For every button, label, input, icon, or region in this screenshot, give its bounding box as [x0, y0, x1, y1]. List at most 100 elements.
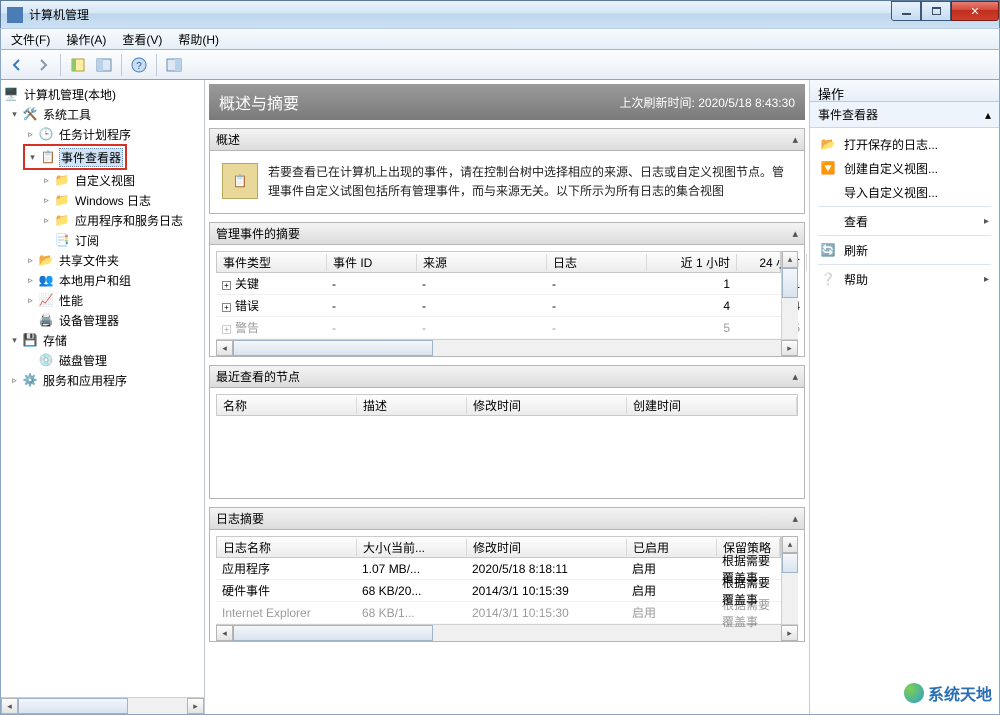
- action-view[interactable]: 查看▸: [810, 209, 999, 233]
- actions-section-title[interactable]: 事件查看器▴: [810, 102, 999, 128]
- expand-icon[interactable]: ▹: [41, 215, 52, 226]
- description-panel-header[interactable]: 概述▴: [210, 129, 804, 151]
- scroll-right-icon[interactable]: ▸: [187, 698, 204, 714]
- scroll-thumb[interactable]: [233, 340, 433, 356]
- tree-event-viewer[interactable]: ▾📋事件查看器: [27, 147, 123, 167]
- col-source[interactable]: 来源: [417, 254, 547, 271]
- scroll-thumb[interactable]: [233, 625, 433, 641]
- chevron-up-icon[interactable]: ▴: [985, 108, 991, 122]
- tree-local-users[interactable]: ▹👥本地用户和组: [1, 270, 204, 290]
- col-1hour[interactable]: 近 1 小时: [647, 254, 737, 271]
- table-row[interactable]: 硬件事件68 KB/20...2014/3/1 10:15:39启用根据需要覆盖…: [216, 580, 781, 602]
- vertical-scrollbar[interactable]: ▴: [781, 536, 798, 624]
- tree-services-apps[interactable]: ▹⚙️服务和应用程序: [1, 370, 204, 390]
- collapse-icon[interactable]: ▾: [9, 335, 20, 346]
- scroll-up-icon[interactable]: ▴: [782, 251, 798, 268]
- summary-panel-header[interactable]: 管理事件的摘要▴: [210, 223, 804, 245]
- chevron-up-icon[interactable]: ▴: [792, 370, 798, 383]
- chevron-up-icon[interactable]: ▴: [792, 512, 798, 525]
- expand-icon[interactable]: +: [222, 325, 231, 334]
- action-help[interactable]: ❔帮助▸: [810, 267, 999, 291]
- expand-icon[interactable]: ▹: [25, 129, 36, 140]
- recent-nodes-header[interactable]: 最近查看的节点▴: [210, 366, 804, 388]
- grid-header[interactable]: 日志名称 大小(当前... 修改时间 已启用 保留策略: [216, 536, 781, 558]
- maximize-button[interactable]: [921, 1, 951, 21]
- horizontal-scrollbar[interactable]: ◂▸: [216, 339, 798, 356]
- chevron-up-icon[interactable]: ▴: [792, 227, 798, 240]
- scroll-thumb[interactable]: [782, 268, 798, 298]
- col-enabled[interactable]: 已启用: [627, 539, 717, 556]
- help-button[interactable]: ?: [127, 53, 151, 77]
- horizontal-scrollbar[interactable]: ◂▸: [216, 624, 798, 641]
- scroll-thumb[interactable]: [782, 553, 798, 573]
- forward-button[interactable]: [31, 53, 55, 77]
- tree-custom-views[interactable]: ▹📁自定义视图: [1, 170, 204, 190]
- col-event-type[interactable]: 事件类型: [217, 254, 327, 271]
- minimize-button[interactable]: [891, 1, 921, 21]
- tree-disk-management[interactable]: 💿磁盘管理: [1, 350, 204, 370]
- expand-icon[interactable]: ▹: [41, 175, 52, 186]
- menu-help[interactable]: 帮助(H): [170, 29, 227, 50]
- scroll-up-icon[interactable]: ▴: [782, 536, 798, 553]
- expand-icon[interactable]: ▹: [41, 195, 52, 206]
- grid-header[interactable]: 名称 描述 修改时间 创建时间: [216, 394, 798, 416]
- tree-subscriptions[interactable]: 📑订阅: [1, 230, 204, 250]
- menu-file[interactable]: 文件(F): [3, 29, 58, 50]
- action-refresh[interactable]: 🔄刷新: [810, 238, 999, 262]
- collapse-icon[interactable]: ▾: [9, 109, 20, 120]
- col-size[interactable]: 大小(当前...: [357, 539, 467, 556]
- menu-view[interactable]: 查看(V): [114, 29, 170, 50]
- action-pane-button[interactable]: [162, 53, 186, 77]
- tree-task-scheduler[interactable]: ▹🕒任务计划程序: [1, 124, 204, 144]
- vertical-scrollbar[interactable]: ▴: [781, 251, 798, 339]
- col-desc[interactable]: 描述: [357, 397, 467, 414]
- expand-icon[interactable]: +: [222, 303, 231, 312]
- expand-icon[interactable]: ▹: [25, 295, 36, 306]
- menu-action[interactable]: 操作(A): [58, 29, 114, 50]
- action-import-custom-view[interactable]: 导入自定义视图...: [810, 180, 999, 204]
- scroll-thumb[interactable]: [18, 698, 128, 714]
- tree-system-tools[interactable]: ▾🛠️系统工具: [1, 104, 204, 124]
- chevron-up-icon[interactable]: ▴: [792, 133, 798, 146]
- expand-icon[interactable]: ▹: [9, 375, 20, 386]
- table-row[interactable]: +关键---11: [216, 273, 781, 295]
- scroll-right-icon[interactable]: ▸: [781, 340, 798, 356]
- tree-performance[interactable]: ▹📈性能: [1, 290, 204, 310]
- table-row[interactable]: +错误---44: [216, 295, 781, 317]
- action-open-saved-log[interactable]: 📂打开保存的日志...: [810, 132, 999, 156]
- tree-shared-folders[interactable]: ▹📂共享文件夹: [1, 250, 204, 270]
- col-name[interactable]: 名称: [217, 397, 357, 414]
- tree-app-service-logs[interactable]: ▹📁应用程序和服务日志: [1, 210, 204, 230]
- scroll-track[interactable]: [128, 698, 187, 714]
- collapse-icon[interactable]: ▾: [27, 152, 38, 163]
- expand-icon[interactable]: +: [222, 281, 231, 290]
- table-row[interactable]: +警告---55: [216, 317, 781, 339]
- col-modified[interactable]: 修改时间: [467, 397, 627, 414]
- scroll-right-icon[interactable]: ▸: [781, 625, 798, 641]
- tree-root[interactable]: 🖥️计算机管理(本地): [1, 84, 204, 104]
- log-summary-header[interactable]: 日志摘要▴: [210, 508, 804, 530]
- expand-icon[interactable]: ▹: [25, 255, 36, 266]
- expand-icon[interactable]: ▹: [25, 275, 36, 286]
- action-create-custom-view[interactable]: 🔽创建自定义视图...: [810, 156, 999, 180]
- table-row[interactable]: 应用程序1.07 MB/...2020/5/18 8:18:11启用根据需要覆盖…: [216, 558, 781, 580]
- scroll-left-icon[interactable]: ◂: [216, 340, 233, 356]
- navigation-tree[interactable]: 🖥️计算机管理(本地) ▾🛠️系统工具 ▹🕒任务计划程序 ▾📋事件查看器 ▹📁自…: [1, 80, 204, 394]
- scroll-left-icon[interactable]: ◂: [1, 698, 18, 714]
- tree-horizontal-scrollbar[interactable]: ◂ ▸: [1, 697, 204, 714]
- col-log-name[interactable]: 日志名称: [217, 539, 357, 556]
- tree-device-manager[interactable]: 🖨️设备管理器: [1, 310, 204, 330]
- scroll-left-icon[interactable]: ◂: [216, 625, 233, 641]
- col-log[interactable]: 日志: [547, 254, 647, 271]
- tree-storage[interactable]: ▾💾存储: [1, 330, 204, 350]
- properties-button[interactable]: [92, 53, 116, 77]
- show-hide-tree-button[interactable]: [66, 53, 90, 77]
- tree-windows-logs[interactable]: ▹📁Windows 日志: [1, 190, 204, 210]
- table-row[interactable]: Internet Explorer68 KB/1...2014/3/1 10:1…: [216, 602, 781, 624]
- back-button[interactable]: [5, 53, 29, 77]
- col-created[interactable]: 创建时间: [627, 397, 797, 414]
- col-modified[interactable]: 修改时间: [467, 539, 627, 556]
- col-event-id[interactable]: 事件 ID: [327, 254, 417, 271]
- close-button[interactable]: ✕: [951, 1, 999, 21]
- grid-header[interactable]: 事件类型 事件 ID 来源 日志 近 1 小时 24 小时: [216, 251, 781, 273]
